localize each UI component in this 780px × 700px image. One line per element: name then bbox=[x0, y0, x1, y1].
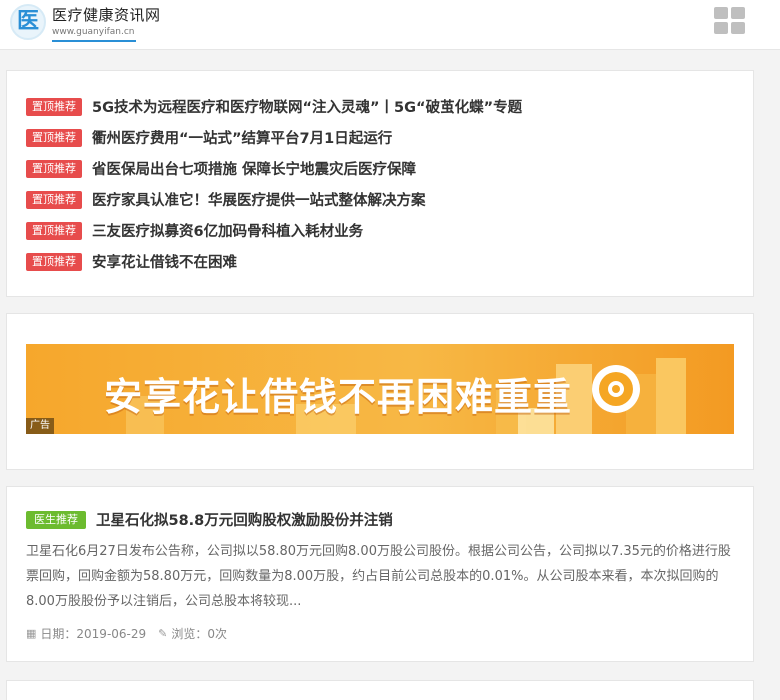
grid-cell bbox=[714, 22, 728, 34]
ad-banner-text: 安享花让借钱不再困难重重 bbox=[104, 375, 573, 419]
logo-url: www.guanyifan.cn bbox=[52, 26, 136, 42]
grid-cell bbox=[731, 7, 745, 19]
views-icon: ✎ bbox=[158, 627, 168, 640]
pinned-news-item[interactable]: 置顶推荐 5G技术为远程医疗和医疗物联网“注入灵魂”丨5G“破茧化蝶”专题 bbox=[26, 91, 522, 122]
pinned-news-title[interactable]: 衢州医疗费用“一站式”结算平台7月1日起运行 bbox=[92, 127, 392, 148]
pinned-tag: 置顶推荐 bbox=[26, 190, 82, 209]
logo-text: 医疗健康资讯网 www.guanyifan.cn bbox=[52, 6, 161, 42]
grid-cell bbox=[714, 7, 728, 19]
pinned-tag: 置顶推荐 bbox=[26, 128, 82, 147]
pinned-news-card: 置顶推荐 5G技术为远程医疗和医疗物联网“注入灵魂”丨5G“破茧化蝶”专题 置顶… bbox=[6, 70, 754, 297]
pinned-news-title[interactable]: 省医保局出台七项措施 保障长宁地震灾后医疗保障 bbox=[92, 158, 416, 179]
grid-cell bbox=[731, 22, 745, 34]
pinned-news-item[interactable]: 置顶推荐 衢州医疗费用“一站式”结算平台7月1日起运行 bbox=[26, 122, 522, 153]
pinned-tag: 置顶推荐 bbox=[26, 159, 82, 178]
logo-title: 医疗健康资讯网 bbox=[52, 6, 161, 24]
site-logo[interactable]: 医 医疗健康资讯网 www.guanyifan.cn bbox=[10, 4, 170, 44]
pinned-news-list: 置顶推荐 5G技术为远程医疗和医疗物联网“注入灵魂”丨5G“破茧化蝶”专题 置顶… bbox=[26, 91, 522, 277]
pinned-news-title[interactable]: 5G技术为远程医疗和医疗物联网“注入灵魂”丨5G“破茧化蝶”专题 bbox=[92, 96, 522, 117]
article-meta: ▦ 日期：2019-06-29 ✎ 浏览：0次 bbox=[26, 625, 227, 642]
pinned-news-item[interactable]: 置顶推荐 省医保局出台七项措施 保障长宁地震灾后医疗保障 bbox=[26, 153, 522, 184]
pinned-news-title[interactable]: 安享花让借钱不在困难 bbox=[92, 251, 237, 272]
article-card: 医生推荐 卫星石化拟58.8万元回购股权激励股份并注销 卫星石化6月27日发布公… bbox=[6, 486, 754, 662]
ad-banner[interactable]: 安享花让借钱不再困难重重 广告 bbox=[26, 344, 734, 434]
article-views: 浏览：0次 bbox=[171, 627, 228, 641]
article-header[interactable]: 医生推荐 卫星石化拟58.8万元回购股权激励股份并注销 bbox=[26, 509, 393, 530]
ad-badge: 广告 bbox=[26, 418, 54, 434]
pinned-news-item[interactable]: 置顶推荐 医疗家具认准它！华展医疗提供一站式整体解决方案 bbox=[26, 184, 522, 215]
pinned-news-item[interactable]: 置顶推荐 三友医疗拟募资6亿加码骨科植入耗材业务 bbox=[26, 215, 522, 246]
next-article-card bbox=[6, 680, 754, 700]
pinned-tag: 置顶推荐 bbox=[26, 252, 82, 271]
logo-icon: 医 bbox=[10, 4, 46, 40]
pinned-news-title[interactable]: 医疗家具认准它！华展医疗提供一站式整体解决方案 bbox=[92, 189, 426, 210]
pinned-news-item[interactable]: 置顶推荐 安享花让借钱不在困难 bbox=[26, 246, 522, 277]
grid-menu-icon[interactable] bbox=[714, 7, 746, 35]
pinned-news-title[interactable]: 三友医疗拟募资6亿加码骨科植入耗材业务 bbox=[92, 220, 363, 241]
pinned-tag: 置顶推荐 bbox=[26, 97, 82, 116]
article-date: 日期：2019-06-29 bbox=[40, 627, 147, 641]
doctor-recommend-tag: 医生推荐 bbox=[26, 510, 86, 529]
pinned-tag: 置顶推荐 bbox=[26, 221, 82, 240]
ad-card: 安享花让借钱不再困难重重 广告 bbox=[6, 313, 754, 470]
site-header: 医 医疗健康资讯网 www.guanyifan.cn bbox=[0, 0, 780, 50]
calendar-icon: ▦ bbox=[26, 627, 37, 640]
article-summary: 卫星石化6月27日发布公告称，公司拟以58.80万元回购8.00万股公司股份。根… bbox=[26, 544, 731, 609]
article-title[interactable]: 卫星石化拟58.8万元回购股权激励股份并注销 bbox=[96, 509, 393, 530]
